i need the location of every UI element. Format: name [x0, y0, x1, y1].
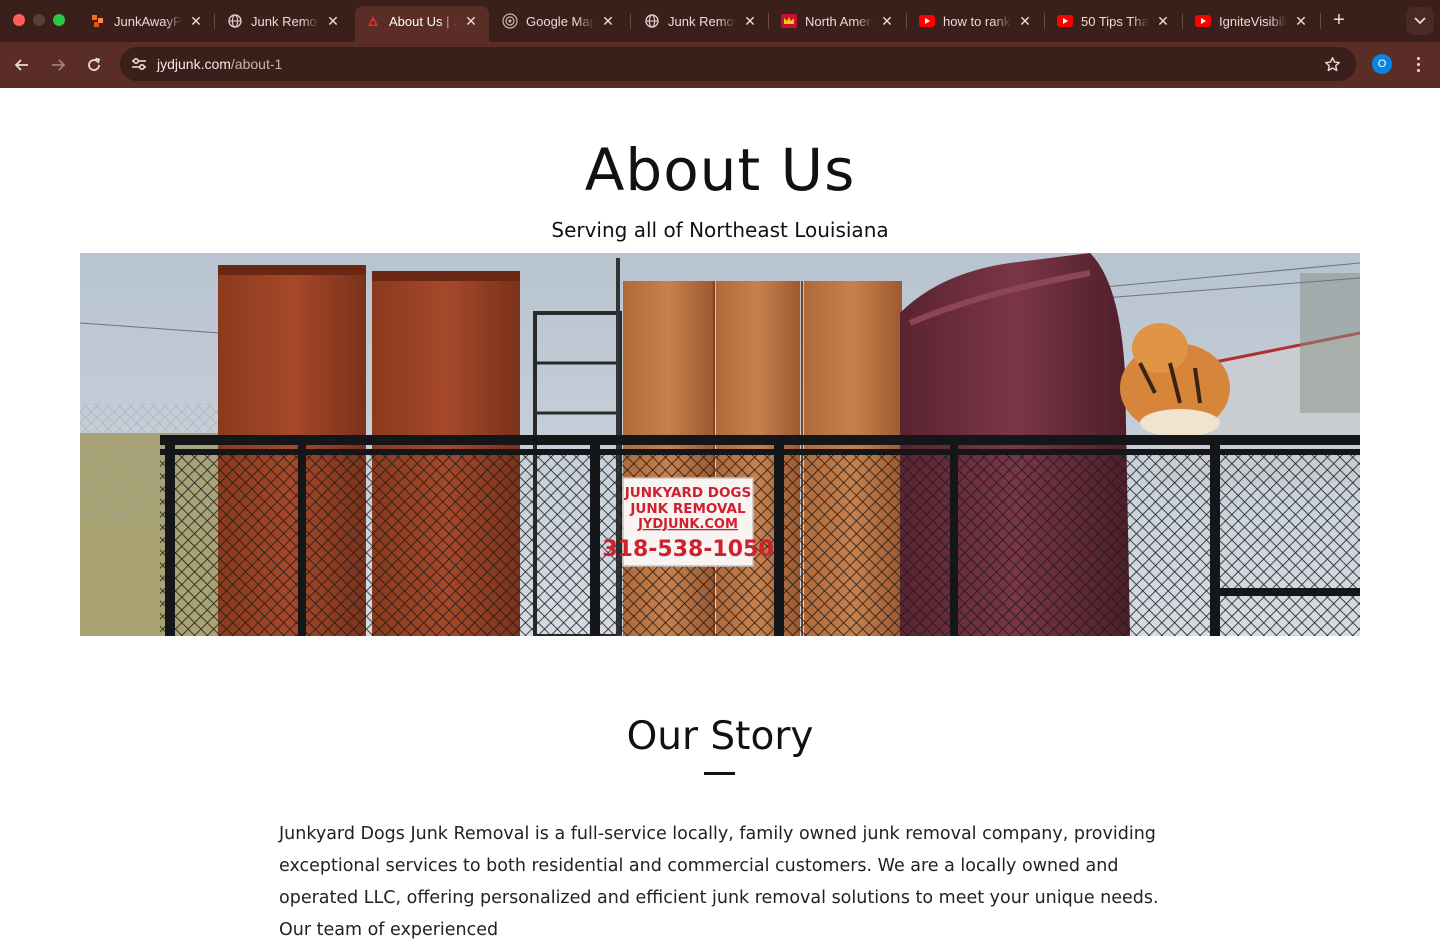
junkyard-dogs-logo-icon — [365, 13, 381, 29]
tab-close-icon[interactable]: ✕ — [879, 13, 895, 30]
sign-line-1: JUNKYARD DOGS — [624, 485, 751, 501]
youtube-icon — [919, 13, 935, 29]
tab-close-icon[interactable]: ✕ — [1155, 13, 1171, 30]
browser-tab[interactable]: Google Maps ✕ — [492, 6, 626, 36]
crown-icon — [781, 13, 797, 29]
new-tab-plus-icon[interactable]: + — [1329, 10, 1349, 30]
tab-close-icon[interactable]: ✕ — [463, 13, 479, 30]
section-title-our-story: Our Story — [626, 714, 814, 759]
window-close-button[interactable] — [13, 14, 25, 26]
tab-title: About Us | Junkyard Dogs — [389, 13, 457, 29]
browser-tab[interactable]: North American ✕ — [771, 6, 905, 36]
youtube-icon — [1057, 13, 1073, 29]
tab-separator — [1044, 13, 1045, 29]
browser-tab[interactable]: JunkAwayPro ✕ — [80, 6, 214, 36]
window-maximize-button[interactable] — [53, 14, 65, 26]
window-minimize-button[interactable] — [33, 14, 45, 26]
tab-separator — [906, 13, 907, 29]
browser-tab[interactable]: IgniteVisibility ✕ — [1185, 6, 1319, 36]
company-sign: JUNKYARD DOGS JUNK REMOVAL JYDJUNK.COM 3… — [602, 477, 774, 567]
url-host: jydjunk.com — [157, 56, 231, 72]
browser-tab[interactable]: Junk Removal ✕ — [634, 6, 768, 36]
tab-title: Google Maps — [526, 13, 594, 29]
address-bar[interactable]: jydjunk.com/about-1 — [120, 47, 1356, 81]
globe-icon — [227, 13, 243, 29]
back-arrow-icon[interactable] — [9, 52, 35, 78]
browser-tab[interactable]: Junk Removal ✕ — [217, 6, 351, 36]
browser-tab[interactable]: how to rank ✕ — [909, 6, 1043, 36]
url-path: /about-1 — [230, 56, 283, 72]
junkaway-logo-icon — [90, 13, 106, 29]
browser-tab-active[interactable]: About Us | Junkyard Dogs ✕ — [355, 6, 489, 42]
sign-line-2: JUNK REMOVAL — [629, 501, 746, 517]
reload-icon[interactable] — [81, 52, 107, 78]
tab-separator — [630, 13, 631, 29]
tab-title: how to rank — [943, 13, 1011, 29]
browser-menu-icon[interactable] — [1408, 53, 1428, 75]
tab-close-icon[interactable]: ✕ — [742, 13, 758, 30]
bookmark-star-icon[interactable] — [1322, 54, 1342, 74]
hero-photo-junk-trailer: JUNKYARD DOGS JUNK REMOVAL JYDJUNK.COM 3… — [80, 253, 1360, 636]
browser-tab[interactable]: 50 Tips That ✕ — [1047, 6, 1181, 36]
tab-close-icon[interactable]: ✕ — [1293, 13, 1309, 30]
tab-close-icon[interactable]: ✕ — [1017, 13, 1033, 30]
tab-separator — [1320, 13, 1321, 29]
section-divider — [704, 772, 735, 775]
tab-separator — [768, 13, 769, 29]
forward-arrow-icon[interactable] — [45, 52, 71, 78]
tab-search-chevron-icon[interactable] — [1406, 7, 1434, 35]
sign-phone: 318-538-1050 — [602, 537, 773, 562]
browser-tab-strip: JunkAwayPro ✕ Junk Removal ✕ About Us | … — [0, 0, 1440, 42]
tab-title: North American — [805, 13, 873, 29]
profile-avatar[interactable]: O — [1372, 54, 1392, 74]
globe-icon — [644, 13, 660, 29]
tab-separator — [214, 13, 215, 29]
tab-close-icon[interactable]: ✕ — [325, 13, 341, 30]
page-subtitle: Serving all of Northeast Louisiana — [551, 218, 889, 242]
site-settings-icon[interactable] — [126, 51, 152, 77]
tab-close-icon[interactable]: ✕ — [600, 13, 616, 30]
youtube-icon — [1195, 13, 1211, 29]
browser-toolbar: jydjunk.com/about-1 O — [0, 42, 1440, 88]
tab-title: 50 Tips That — [1081, 13, 1149, 29]
tab-title: Junk Removal — [668, 13, 736, 29]
tab-title: Junk Removal — [251, 13, 319, 29]
tab-close-icon[interactable]: ✕ — [188, 13, 204, 30]
page-title: About Us — [584, 136, 856, 204]
sign-line-3: JYDJUNK.COM — [637, 517, 738, 532]
google-maps-icon — [502, 13, 518, 29]
tab-separator — [1182, 13, 1183, 29]
url-text[interactable]: jydjunk.com/about-1 — [157, 56, 282, 72]
tab-title: JunkAwayPro — [114, 13, 182, 29]
story-paragraph: Junkyard Dogs Junk Removal is a full-ser… — [279, 824, 1159, 940]
tab-title: IgniteVisibility — [1219, 13, 1287, 29]
